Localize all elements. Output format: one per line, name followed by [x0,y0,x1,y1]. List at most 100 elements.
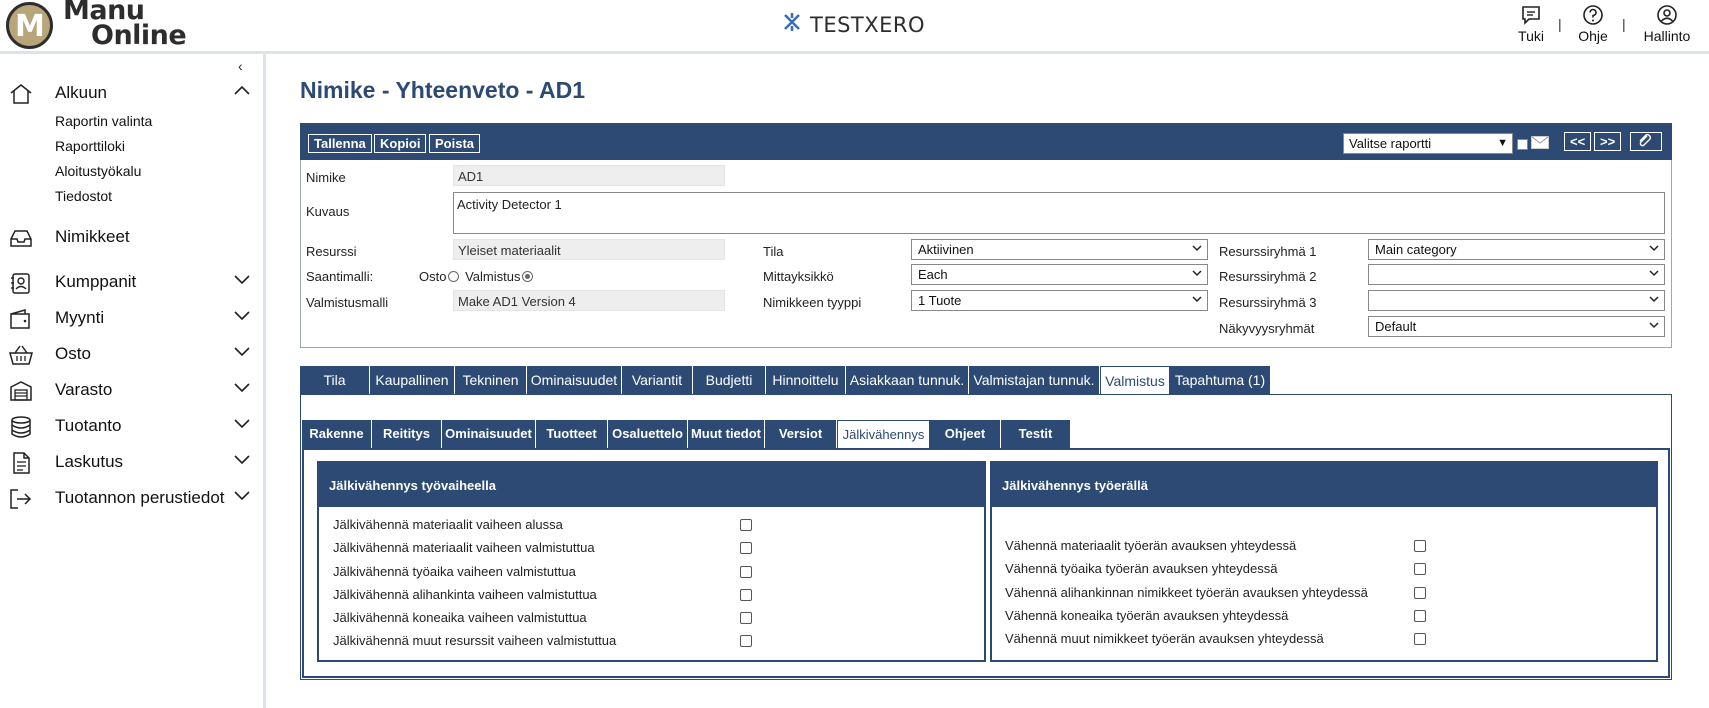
backflush-checkbox[interactable] [740,612,752,624]
backflush-row-label: Vähennä muut nimikkeet työerän avauksen … [1005,631,1324,646]
sidebar-item-osto[interactable]: Osto [0,339,266,371]
tab-budjetti[interactable]: Budjetti [693,366,766,394]
tab-valmistus[interactable]: Valmistus [1100,366,1170,394]
osto-label: Osto [419,269,447,284]
subtab-ominaisuudet[interactable]: Ominaisuudet [442,420,536,448]
subtab-tuotteet[interactable]: Tuotteet [536,420,608,448]
chevron-down-icon[interactable] [234,381,250,393]
chevron-down-icon [1649,322,1659,329]
previous-button[interactable]: << [1564,132,1592,151]
backflush-checkbox[interactable] [1414,610,1426,622]
logo-line-2: Online [91,20,187,51]
next-button[interactable]: >> [1594,132,1622,151]
tab-variantit[interactable]: Variantit [622,366,693,394]
sidebar-item-tuotanto[interactable]: Tuotanto [0,411,266,443]
backflush-checkbox[interactable] [1414,563,1426,575]
page-title: Nimike - Yhteenveto - AD1 [300,77,586,103]
chevron-down-icon[interactable] [234,489,250,501]
backflush-checkbox[interactable] [740,519,752,531]
support-button[interactable]: Tuki [1514,4,1548,44]
sidebar-item-nimikkeet[interactable]: Nimikkeet [0,222,266,254]
sidebar-subitem-tiedostot[interactable]: Tiedostot [55,188,112,204]
tab-kaupallinen[interactable]: Kaupallinen [370,366,455,394]
sidebar-subitem-aloitustyokalu[interactable]: Aloitustyökalu [55,163,141,179]
email-icon[interactable] [1531,136,1549,149]
sidebar-item-label: Laskutus [55,452,124,471]
tab-tapahtuma[interactable]: Tapahtuma (1) [1170,366,1271,394]
backflush-workorder-box: Jälkivähennys työerällä Vähennä materiaa… [990,461,1658,662]
backflush-checkbox[interactable] [740,589,752,601]
osto-radio[interactable] [448,271,460,282]
tab-tekninen[interactable]: Tekninen [455,366,527,394]
subtab-osaluettelo[interactable]: Osaluettelo [608,420,688,448]
chevron-up-icon[interactable] [234,84,250,96]
sidebar-subitem-raporttiloki[interactable]: Raporttiloki [55,138,125,154]
backflush-checkbox[interactable] [740,635,752,647]
backflush-checkbox[interactable] [1414,587,1426,599]
valmistusmalli-field[interactable]: Make AD1 Version 4 [453,290,725,311]
chevron-down-icon[interactable] [234,453,250,465]
report-select[interactable]: Valitse raportti ▼ [1343,133,1513,154]
tila-select[interactable]: Aktiivinen [911,239,1208,260]
resurssiryhma-2-select[interactable] [1368,264,1665,285]
resurssiryhma-1-select[interactable]: Main category [1368,239,1665,260]
sidebar-item-varasto[interactable]: Varasto [0,375,266,407]
backflush-checkbox[interactable] [1414,540,1426,552]
help-button[interactable]: Ohje [1576,4,1610,44]
subtab-ohjeet[interactable]: Ohjeet [930,420,1001,448]
backflush-checkbox[interactable] [740,542,752,554]
tab-tila[interactable]: Tila [300,366,370,394]
subtab-reititys[interactable]: Reititys [372,420,442,448]
tab-asiakkaan-tunnukset[interactable]: Asiakkaan tunnuk. [846,366,969,394]
subtab-jalkivahennys[interactable]: Jälkivähennys [837,420,930,448]
save-button[interactable]: Tallenna [308,134,372,153]
tab-hinnoittelu[interactable]: Hinnoittelu [766,366,846,394]
manu-online-logo[interactable]: M Manu Online [6,0,206,51]
chevron-down-icon[interactable] [234,417,250,429]
report-select-value: Valitse raportti [1349,136,1432,151]
help-label: Ohje [1578,28,1608,44]
resurssiryhma-3-select[interactable] [1368,290,1665,311]
report-checkbox[interactable] [1517,139,1528,150]
backflush-checkbox[interactable] [740,566,752,578]
admin-button[interactable]: Hallinto [1638,4,1696,44]
delete-button[interactable]: Poista [429,134,481,153]
resurssiryhma-1-label: Resurssiryhmä 1 [1219,244,1317,259]
logo-letter: M [15,9,45,44]
sidebar-item-kumppanit[interactable]: Kumppanit [0,267,266,299]
valmistus-radio[interactable] [522,271,534,282]
backflush-row-label: Jälkivähennä työaika vaiheen valmistuttu… [333,564,576,579]
subtab-testit[interactable]: Testit [1001,420,1071,448]
chevron-down-icon[interactable] [234,345,250,357]
inbox-icon [10,230,32,247]
kuvaus-textarea[interactable]: Activity Detector 1 [453,192,1665,234]
sidebar-item-laskutus[interactable]: Laskutus [0,447,266,479]
action-toolbar: Tallenna Kopioi Poista Valitse raportti … [300,123,1672,160]
subtab-rakenne[interactable]: Rakenne [302,420,372,448]
top-bar: M Manu Online TESTXERO Tuki | Ohje | Hal… [0,0,1709,54]
sidebar-item-tuotannon-perustiedot[interactable]: Tuotannon perustiedot [0,483,266,515]
home-icon [10,84,32,104]
resurssi-field[interactable]: Yleiset materiaalit [453,239,725,260]
resurssiryhma-3-label: Resurssiryhmä 3 [1219,295,1317,310]
collapse-sidebar-icon[interactable]: ‹ [238,58,243,74]
sidebar-subitem-raportin-valinta[interactable]: Raportin valinta [55,113,152,129]
backflush-checkbox[interactable] [1414,633,1426,645]
copy-button[interactable]: Kopioi [374,134,427,153]
tab-ominaisuudet[interactable]: Ominaisuudet [527,366,622,394]
sidebar-item-label: Kumppanit [55,272,137,291]
chevron-down-icon[interactable] [234,309,250,321]
nimikkeen-tyyppi-select[interactable]: 1 Tuote [911,290,1208,311]
attachment-button[interactable] [1630,132,1662,151]
nakyvyysryhmat-select[interactable]: Default [1368,316,1665,337]
mittayksikko-select[interactable]: Each [911,264,1208,285]
subtab-versiot[interactable]: Versiot [765,420,837,448]
subtab-muut-tiedot[interactable]: Muut tiedot [688,420,765,448]
chevron-down-icon[interactable] [234,273,250,285]
sidebar-item-alkuun[interactable]: Alkuun [0,78,266,110]
backflush-operation-box: Jälkivähennys työvaiheella Jälkivähennä … [317,461,986,662]
tab-valmistajan-tunnukset[interactable]: Valmistajan tunnuk. [969,366,1100,394]
nimike-field[interactable]: AD1 [453,165,725,186]
sidebar-item-myynti[interactable]: Myynti [0,303,266,335]
backflush-row-label: Jälkivähennä koneaika vaiheen valmistutt… [333,610,587,625]
